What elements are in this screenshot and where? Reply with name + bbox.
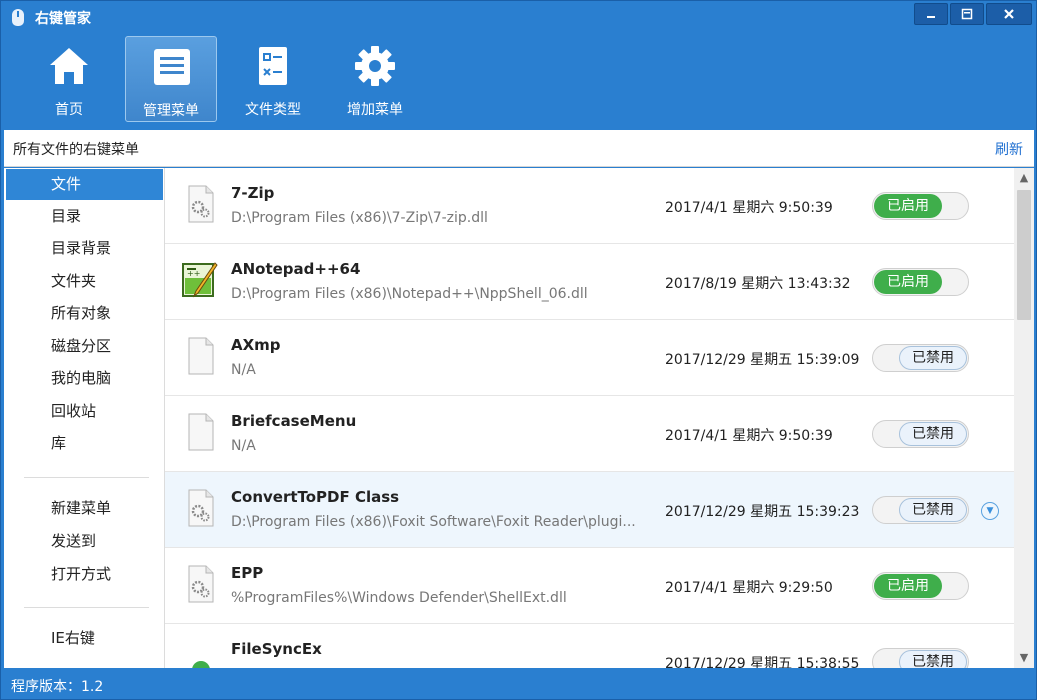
minimize-icon — [927, 16, 935, 18]
toolbar-add-menu-label: 增加菜单 — [347, 102, 403, 118]
blank-file-icon — [188, 413, 214, 451]
version-label: 程序版本：1.2 — [11, 679, 104, 695]
vertical-scrollbar[interactable]: ▲ ▼ — [1014, 168, 1034, 668]
toggle-status-label: 已禁用 — [899, 498, 967, 522]
list-item[interactable]: 7-Zip D:\Program Files (x86)\7-Zip\7-zip… — [165, 168, 1014, 244]
item-date: 2017/12/29 星期五 15:39:23 — [665, 504, 860, 520]
sidebar-item-send-to[interactable]: 发送到 — [6, 526, 163, 557]
list-item[interactable]: ConvertToPDF Class D:\Program Files (x86… — [165, 472, 1014, 548]
restore-icon — [961, 8, 973, 20]
mouse-app-icon — [12, 9, 24, 26]
item-name: AXmp — [231, 336, 281, 354]
item-name: BriefcaseMenu — [231, 412, 357, 430]
toggle-status-label: 已启用 — [874, 270, 942, 294]
toggle-status-label: 已禁用 — [899, 422, 967, 446]
toolbar-home-label: 首页 — [55, 102, 83, 118]
svg-text:++: ++ — [187, 269, 200, 278]
sidebar-item-recycle-bin[interactable]: 回收站 — [6, 396, 163, 427]
item-path: N/A — [231, 362, 256, 378]
item-date: 2017/4/1 星期六 9:29:50 — [665, 580, 833, 596]
sidebar-item-directory-background[interactable]: 目录背景 — [6, 233, 163, 264]
window-title: 右键管家 — [35, 11, 91, 27]
expand-chevron-icon[interactable]: ▼ — [981, 502, 999, 520]
scroll-up-arrow-icon[interactable]: ▲ — [1014, 168, 1034, 188]
context-menu-list: 7-Zip D:\Program Files (x86)\7-Zip\7-zip… — [165, 168, 1014, 668]
dll-gear-icon — [188, 185, 214, 223]
toolbar-home-button[interactable]: 首页 — [23, 36, 115, 122]
scroll-thumb[interactable] — [1017, 190, 1031, 320]
item-name: 7-Zip — [231, 184, 275, 202]
file-type-icon — [259, 47, 287, 85]
item-date: 2017/12/29 星期五 15:38:55 — [665, 656, 860, 668]
content-header: 所有文件的右键菜单 刷新 — [4, 130, 1034, 167]
blank-file-icon — [188, 337, 214, 375]
dll-gear-icon — [188, 489, 214, 527]
list-item[interactable]: EPP %ProgramFiles%\Windows Defender\Shel… — [165, 548, 1014, 624]
menu-list-icon — [154, 49, 190, 85]
close-icon — [1004, 9, 1014, 19]
item-path: N/A — [231, 438, 256, 454]
enable-toggle[interactable]: 已禁用 — [872, 496, 969, 524]
item-path: D:\Program Files (x86)\7-Zip\7-zip.dll — [231, 210, 488, 226]
toolbar-add-menu-button[interactable]: 增加菜单 — [329, 36, 421, 122]
item-name: EPP — [231, 564, 264, 582]
scroll-down-arrow-icon[interactable]: ▼ — [1014, 648, 1034, 668]
toggle-status-label: 已禁用 — [899, 346, 967, 370]
sidebar-item-file[interactable]: 文件 — [6, 169, 163, 200]
refresh-link[interactable]: 刷新 — [995, 139, 1023, 159]
gear-icon — [355, 46, 395, 86]
toggle-status-label: 已启用 — [874, 194, 942, 218]
toolbar-manage-menu-button[interactable]: 管理菜单 — [125, 36, 217, 122]
list-item[interactable]: FileSyncEx 2017/12/29 星期五 15:38:55 已禁用 — [165, 624, 1014, 668]
close-button[interactable] — [986, 3, 1032, 25]
list-item[interactable]: BriefcaseMenu N/A 2017/4/1 星期六 9:50:39 已… — [165, 396, 1014, 472]
title-bar[interactable]: 右键管家 — [1, 1, 1036, 33]
sidebar-item-folder[interactable]: 文件夹 — [6, 266, 163, 297]
minimize-button[interactable] — [914, 3, 948, 25]
item-name: ConvertToPDF Class — [231, 488, 400, 506]
toggle-status-label: 已启用 — [874, 574, 942, 598]
item-date: 2017/4/1 星期六 9:50:39 — [665, 200, 833, 216]
home-icon — [50, 48, 88, 84]
enable-toggle[interactable]: 已启用 — [872, 192, 969, 220]
item-path: %ProgramFiles%\Windows Defender\ShellExt… — [231, 590, 567, 606]
status-bar: 程序版本：1.2 — [1, 669, 1036, 699]
toolbar-manage-menu-label: 管理菜单 — [143, 103, 199, 119]
list-item[interactable]: ++ ANotepad++64 D:\Program Files (x86)\N… — [165, 244, 1014, 320]
main-toolbar: 首页 管理菜单 文件类型 增加菜单 — [1, 33, 1036, 130]
page-title: 所有文件的右键菜单 — [13, 142, 139, 158]
item-name: FileSyncEx — [231, 640, 322, 658]
main-window: 右键管家 首页 管理菜单 文件类型 增加菜单 所有文件的右键菜单 刷新 文件 目… — [0, 0, 1037, 700]
list-item[interactable]: AXmp N/A 2017/12/29 星期五 15:39:09 已禁用 — [165, 320, 1014, 396]
item-name: ANotepad++64 — [231, 260, 361, 278]
toolbar-file-type-button[interactable]: 文件类型 — [227, 36, 319, 122]
sidebar-divider — [24, 477, 149, 478]
item-path: D:\Program Files (x86)\Notepad++\NppShel… — [231, 286, 588, 302]
sidebar-item-all-objects[interactable]: 所有对象 — [6, 298, 163, 329]
sidebar-item-library[interactable]: 库 — [6, 428, 163, 459]
restore-button[interactable] — [950, 3, 984, 25]
enable-toggle[interactable]: 已启用 — [872, 268, 969, 296]
sidebar-item-my-computer[interactable]: 我的电脑 — [6, 363, 163, 394]
sidebar-item-open-with[interactable]: 打开方式 — [6, 559, 163, 590]
sidebar-item-directory[interactable]: 目录 — [6, 201, 163, 232]
item-path: D:\Program Files (x86)\Foxit Software\Fo… — [231, 514, 636, 530]
enable-toggle[interactable]: 已禁用 — [872, 420, 969, 448]
toggle-status-label: 已禁用 — [899, 650, 967, 668]
item-date: 2017/4/1 星期六 9:50:39 — [665, 428, 833, 444]
sidebar: 文件 目录 目录背景 文件夹 所有对象 磁盘分区 我的电脑 回收站 库 新建菜单… — [4, 168, 165, 668]
green-circle-icon — [192, 661, 210, 668]
sidebar-item-disk-partition[interactable]: 磁盘分区 — [6, 331, 163, 362]
sidebar-item-new-menu[interactable]: 新建菜单 — [6, 493, 163, 524]
toolbar-file-type-label: 文件类型 — [245, 102, 301, 118]
item-date: 2017/12/29 星期五 15:39:09 — [665, 352, 860, 368]
enable-toggle[interactable]: 已启用 — [872, 572, 969, 600]
notepad-icon: ++ — [182, 262, 218, 298]
item-date: 2017/8/19 星期六 13:43:32 — [665, 276, 851, 292]
sidebar-item-ie-menu[interactable]: IE右键 — [6, 623, 163, 654]
enable-toggle[interactable]: 已禁用 — [872, 344, 969, 372]
dll-gear-icon — [188, 565, 214, 603]
sidebar-divider — [24, 607, 149, 608]
enable-toggle[interactable]: 已禁用 — [872, 648, 969, 668]
